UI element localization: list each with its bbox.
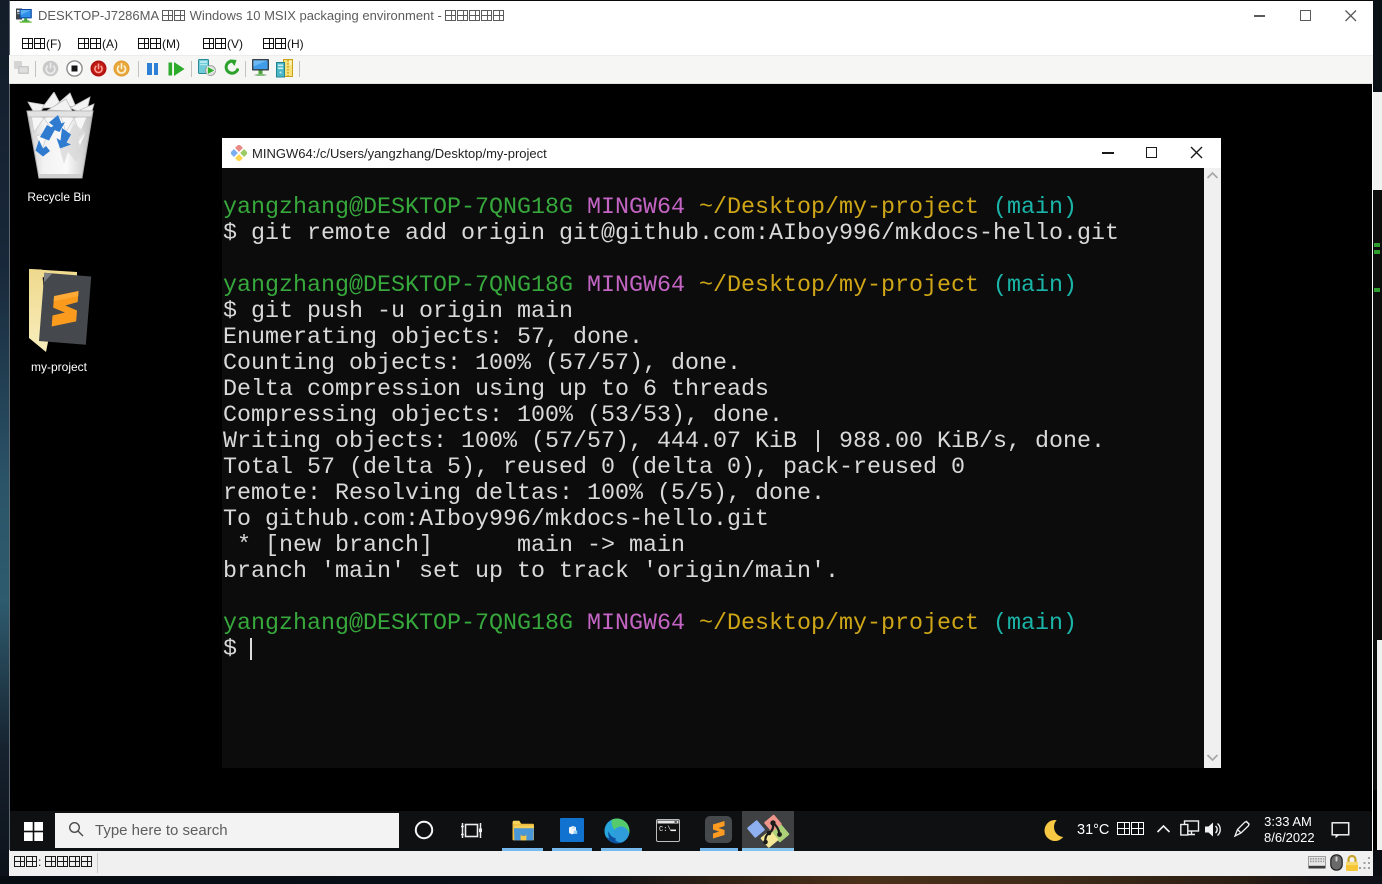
svg-text:C:\: C:\ [659,826,672,834]
